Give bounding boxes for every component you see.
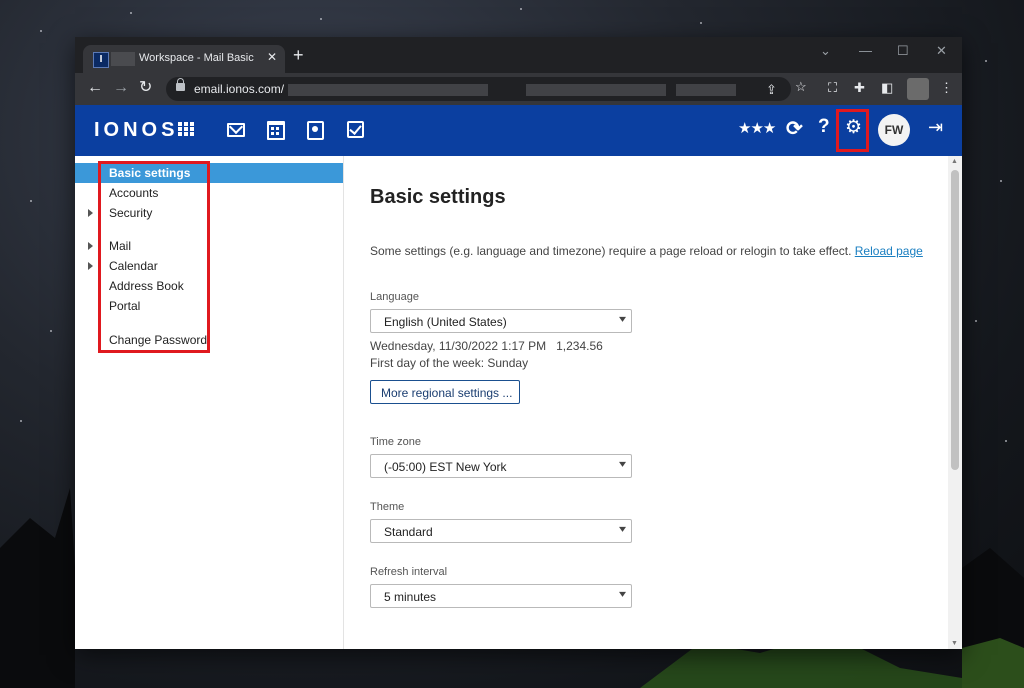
reload-page-link[interactable]: Reload page (855, 244, 923, 258)
new-tab-button[interactable]: + (293, 46, 304, 64)
locale-example: Wednesday, 11/30/2022 1:17 PM 1,234.56 (370, 339, 603, 353)
calendar-icon[interactable] (267, 121, 285, 140)
redacted-area (676, 84, 736, 96)
minimize-icon[interactable]: — (859, 43, 872, 58)
scroll-down-icon[interactable]: ▼ (951, 640, 958, 647)
window-close-icon[interactable]: ✕ (936, 43, 947, 59)
button-label: More regional settings ... (381, 386, 513, 400)
tab-strip: I Workspace - Mail Basic ✕ + ⌄ — ☐ ✕ (75, 37, 962, 73)
address-bar[interactable]: email.ionos.com/ ⇪ (166, 77, 791, 101)
mail-icon[interactable] (227, 123, 245, 137)
browser-toolbar: ← → ↻ email.ionos.com/ ⇪ ☆ ⛶ ✚ ◧ ⋮ (75, 73, 962, 105)
sidepanel-icon[interactable]: ◧ (881, 80, 893, 96)
timezone-label: Time zone (370, 436, 421, 448)
expand-caret-icon[interactable] (88, 242, 93, 250)
user-avatar[interactable]: FW (878, 114, 910, 146)
browser-window: I Workspace - Mail Basic ✕ + ⌄ — ☐ ✕ ← →… (75, 37, 962, 649)
tab-title: Workspace - Mail Basic (139, 52, 254, 64)
menu-icon[interactable]: ⋮ (940, 80, 953, 96)
extensions-icon[interactable]: ✚ (854, 80, 865, 96)
scrollbar-thumb[interactable] (951, 170, 959, 470)
tasks-icon[interactable] (347, 121, 364, 138)
rating-stars-icon[interactable]: ★★★ (738, 119, 776, 137)
forward-icon[interactable]: → (113, 79, 129, 97)
chevron-down-icon: ▾ (618, 459, 627, 470)
redacted-area (111, 52, 135, 66)
expand-caret-icon[interactable] (88, 209, 93, 217)
scroll-up-icon[interactable]: ▲ (951, 158, 958, 165)
profile-avatar[interactable] (907, 78, 929, 100)
settings-content: Basic settings Some settings (e.g. langu… (344, 156, 948, 649)
url-text: email.ionos.com/ (194, 82, 285, 96)
more-regional-settings-button[interactable]: More regional settings ... (370, 380, 520, 404)
close-tab-icon[interactable]: ✕ (267, 50, 277, 64)
reload-icon[interactable]: ↻ (139, 79, 152, 97)
page-title: Basic settings (370, 186, 506, 208)
address-book-icon[interactable] (307, 121, 324, 140)
redacted-area (526, 84, 666, 96)
ionos-favicon-icon: I (93, 52, 109, 68)
highlight-box (98, 161, 210, 353)
back-icon[interactable]: ← (87, 79, 103, 97)
highlight-box (836, 109, 869, 152)
ionos-logo[interactable]: IONOS (94, 119, 178, 142)
content-scrollbar[interactable]: ▲ ▼ (948, 156, 962, 649)
chevron-down-icon: ▾ (618, 314, 627, 325)
first-day-of-week: First day of the week: Sunday (370, 356, 529, 370)
theme-select[interactable]: Standard ▾ (370, 519, 632, 543)
browser-tab[interactable]: I Workspace - Mail Basic ✕ (83, 45, 285, 73)
apps-grid-icon[interactable] (178, 122, 194, 136)
refresh-icon[interactable]: ⟳ (786, 116, 803, 141)
lock-icon (176, 78, 185, 91)
refresh-interval-value: 5 minutes (384, 590, 437, 604)
chevron-down-icon: ▾ (618, 589, 627, 600)
timezone-value: (-05:00) EST New York (384, 460, 507, 474)
tab-search-icon[interactable]: ⌄ (820, 43, 831, 59)
language-value: English (United States) (384, 315, 507, 329)
chevron-down-icon: ▾ (618, 524, 627, 535)
share-icon[interactable]: ⇪ (766, 82, 777, 98)
app-header: IONOS ★★★ ⟳ ? ⚙ FW ⇥ (75, 105, 962, 156)
refresh-interval-select[interactable]: 5 minutes ▾ (370, 584, 632, 608)
language-select[interactable]: English (United States) ▾ (370, 309, 632, 333)
theme-label: Theme (370, 501, 405, 513)
help-icon[interactable]: ? (818, 116, 830, 138)
expand-caret-icon[interactable] (88, 262, 93, 270)
reload-note-text: Some settings (e.g. language and timezon… (370, 244, 852, 258)
logout-icon[interactable]: ⇥ (928, 117, 943, 138)
theme-value: Standard (384, 525, 433, 539)
star-icon[interactable]: ☆ (795, 79, 807, 95)
refresh-interval-label: Refresh interval (370, 566, 448, 578)
screenshot-icon[interactable]: ⛶ (828, 80, 837, 96)
redacted-area (288, 84, 488, 96)
timezone-select[interactable]: (-05:00) EST New York ▾ (370, 454, 632, 478)
language-label: Language (370, 291, 419, 303)
reload-note: Some settings (e.g. language and timezon… (370, 244, 923, 258)
maximize-icon[interactable]: ☐ (897, 43, 909, 59)
